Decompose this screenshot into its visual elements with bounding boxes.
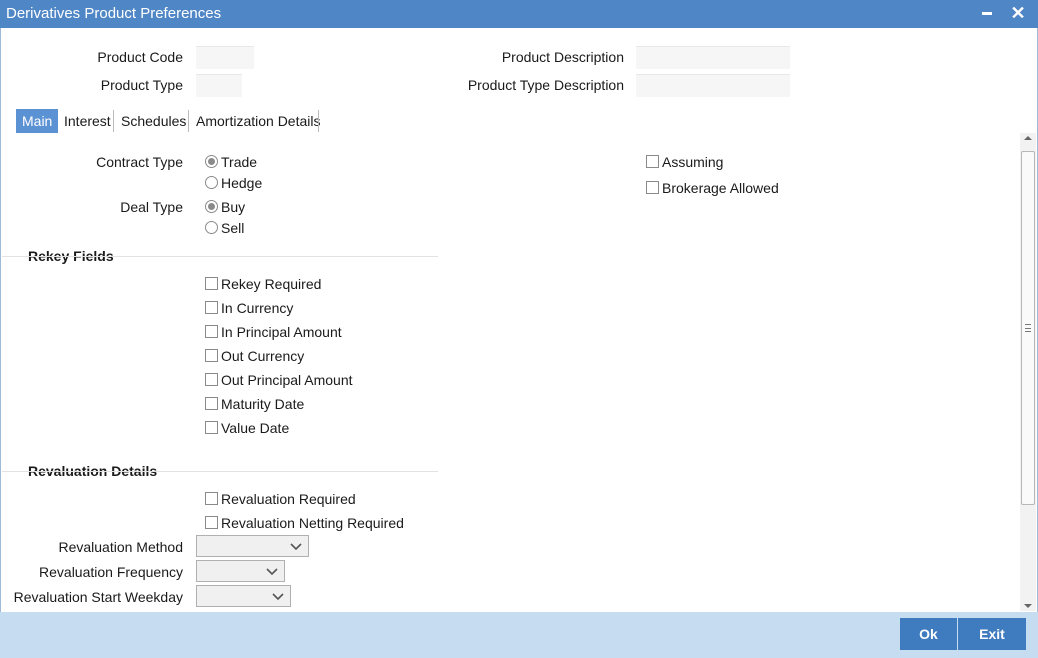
exit-button[interactable]: Exit (958, 618, 1026, 650)
vertical-scrollbar[interactable] (1020, 133, 1036, 611)
grip-icon (1025, 324, 1031, 332)
tab-separator (188, 110, 189, 132)
product-code-label: Product Code (97, 49, 183, 65)
rekey-required-checkbox[interactable] (205, 277, 218, 290)
trade-label: Trade (221, 154, 258, 170)
product-description-field[interactable] (636, 46, 790, 69)
assuming-label: Assuming (662, 154, 724, 170)
revaluation-required-label: Revaluation Required (221, 491, 356, 507)
rekey-fields-divider (2, 256, 438, 257)
ok-button[interactable]: Ok (900, 618, 957, 650)
product-type-label: Product Type (100, 77, 183, 93)
chevron-down-icon (272, 593, 284, 601)
out-principal-amount-checkbox[interactable] (205, 373, 218, 386)
product-type-field[interactable] (196, 74, 242, 97)
out-currency-checkbox[interactable] (205, 349, 218, 362)
contract-type-label: Contract Type (96, 154, 183, 170)
tab-amortization-details[interactable]: Amortization Details (190, 109, 327, 133)
tab-separator (113, 110, 114, 132)
window-title: Derivatives Product Preferences (6, 5, 222, 22)
revaluation-required-checkbox[interactable] (205, 492, 218, 505)
brokerage-allowed-label: Brokerage Allowed (662, 180, 779, 196)
chevron-down-icon (266, 568, 278, 576)
product-description-label: Product Description (501, 49, 624, 65)
revaluation-start-weekday-label: Revaluation Start Weekday (13, 589, 183, 605)
brokerage-allowed-checkbox[interactable] (646, 181, 659, 194)
footer-bar: Ok Exit (0, 612, 1038, 658)
tab-main[interactable]: Main (16, 109, 59, 133)
value-date-checkbox[interactable] (205, 421, 218, 434)
maturity-date-label: Maturity Date (221, 396, 305, 412)
product-type-description-label: Product Type Description (467, 77, 624, 93)
revaluation-method-select[interactable] (196, 535, 309, 557)
revaluation-start-weekday-select[interactable] (196, 585, 291, 607)
tab-separator (318, 110, 319, 132)
out-currency-label: Out Currency (221, 348, 305, 364)
rekey-required-label: Rekey Required (221, 276, 322, 292)
tab-interest[interactable]: Interest (58, 109, 117, 133)
deal-type-label: Deal Type (120, 199, 183, 215)
hedge-label: Hedge (221, 175, 263, 191)
in-principal-amount-label: In Principal Amount (221, 324, 342, 340)
tab-schedules[interactable]: Schedules (115, 109, 192, 133)
scroll-down-arrow-icon[interactable] (1024, 604, 1032, 608)
trade-radio[interactable] (205, 155, 218, 168)
buy-radio[interactable] (205, 200, 218, 213)
in-currency-checkbox[interactable] (205, 301, 218, 314)
revaluation-netting-required-checkbox[interactable] (205, 516, 218, 529)
buy-label: Buy (221, 199, 246, 215)
in-currency-label: In Currency (221, 300, 294, 316)
minimize-icon[interactable]: ▬ (976, 2, 998, 24)
revaluation-frequency-select[interactable] (196, 560, 285, 582)
chevron-down-icon (290, 543, 302, 551)
scrollbar-thumb[interactable] (1021, 151, 1035, 505)
revaluation-frequency-label: Revaluation Frequency (39, 564, 183, 580)
maturity-date-checkbox[interactable] (205, 397, 218, 410)
close-icon[interactable]: ✕ (1007, 2, 1029, 24)
revaluation-netting-required-label: Revaluation Netting Required (221, 515, 404, 531)
scroll-up-arrow-icon[interactable] (1024, 136, 1032, 140)
out-principal-amount-label: Out Principal Amount (221, 372, 353, 388)
revaluation-method-label: Revaluation Method (58, 539, 183, 555)
product-code-field[interactable] (196, 46, 254, 69)
product-type-description-field[interactable] (636, 74, 790, 97)
sell-label: Sell (221, 220, 245, 236)
assuming-checkbox[interactable] (646, 155, 659, 168)
window-titlebar: Derivatives Product Preferences ▬ ✕ (0, 0, 1038, 28)
value-date-label: Value Date (221, 420, 290, 436)
window-border-left (0, 28, 1, 612)
in-principal-amount-checkbox[interactable] (205, 325, 218, 338)
sell-radio[interactable] (205, 221, 218, 234)
revaluation-details-divider (2, 471, 438, 472)
hedge-radio[interactable] (205, 176, 218, 189)
